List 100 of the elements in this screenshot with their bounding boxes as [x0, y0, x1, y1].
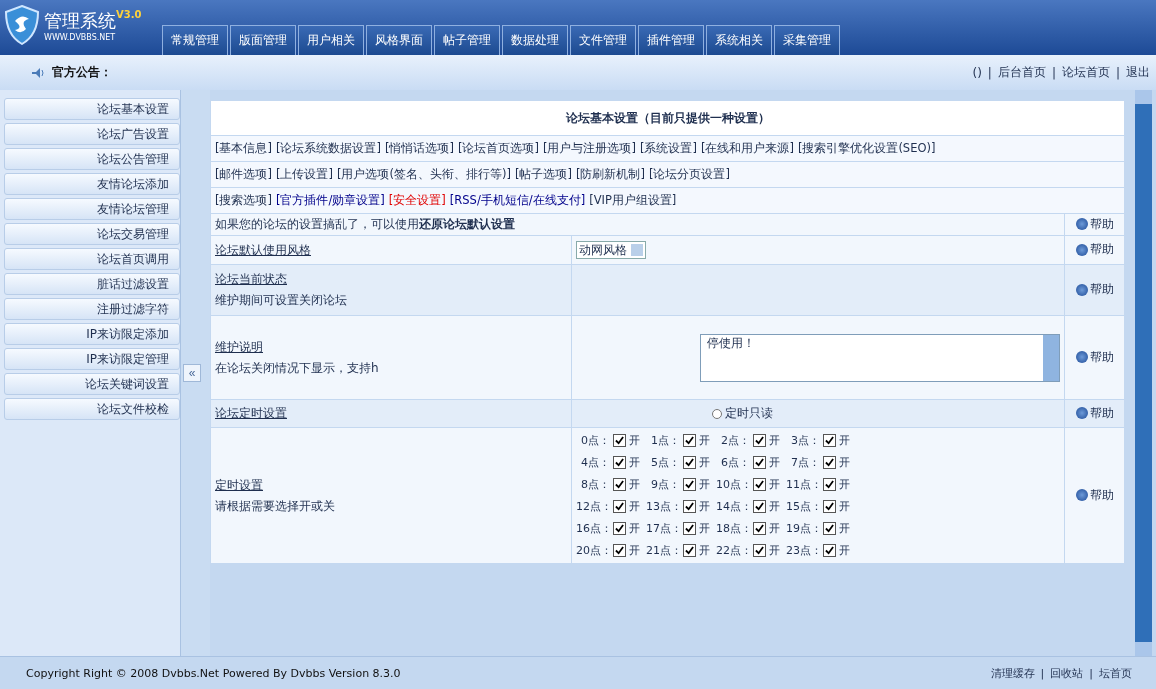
checkbox[interactable] [683, 456, 697, 469]
checkbox[interactable] [823, 456, 837, 469]
checkbox[interactable] [613, 544, 627, 557]
nav-tab[interactable]: 帖子管理 [434, 25, 500, 55]
sidebar-item[interactable]: 论坛基本设置 [4, 98, 180, 120]
section-link[interactable]: [安全设置] [388, 193, 446, 207]
section-link[interactable]: [用户选项(签名、头衔、排行等)] [336, 167, 511, 181]
section-link[interactable]: [用户与注册选项] [542, 141, 636, 155]
sidebar-item[interactable]: 论坛交易管理 [4, 223, 180, 245]
style-select[interactable]: 动网风格 [576, 241, 647, 259]
section-link[interactable]: [论坛首页选项] [457, 141, 539, 155]
message-textarea[interactable]: 停使用！ [700, 333, 1061, 382]
checkbox[interactable] [683, 522, 697, 535]
help-link[interactable]: 帮助 [1075, 241, 1114, 259]
checkbox[interactable] [753, 544, 767, 557]
nav-tab[interactable]: 数据处理 [502, 25, 568, 55]
textarea-text: 停使用！ [707, 334, 756, 352]
checkbox[interactable] [823, 434, 837, 447]
help-link[interactable]: 帮助 [1075, 215, 1114, 233]
section-link[interactable]: [VIP用户组设置] [589, 193, 677, 207]
sidebar-item[interactable]: 论坛广告设置 [4, 123, 180, 145]
section-link[interactable]: [系统设置] [639, 141, 697, 155]
section-link[interactable]: [论坛系统数据设置] [276, 141, 381, 155]
nav-tab[interactable]: 常规管理 [162, 25, 228, 55]
checkbox[interactable] [683, 434, 697, 447]
help-link[interactable]: 帮助 [1075, 281, 1114, 299]
checkbox[interactable] [613, 456, 627, 469]
checkbox[interactable] [753, 522, 767, 535]
sidebar-item[interactable]: 论坛首页调用 [4, 248, 180, 270]
checkbox[interactable] [683, 544, 697, 557]
hour-label: 15点： [786, 499, 821, 514]
top-link[interactable]: 退出 [1126, 64, 1150, 81]
checkbox[interactable] [823, 478, 837, 491]
collapse-button[interactable]: « [183, 364, 201, 382]
section-link[interactable]: [帖子选项] [514, 167, 572, 181]
sidebar-item[interactable]: 脏话过滤设置 [4, 273, 180, 295]
sidebar-item[interactable]: 论坛公告管理 [4, 148, 180, 170]
help-link[interactable]: 帮助 [1075, 348, 1114, 366]
nav-tab[interactable]: 风格界面 [366, 25, 432, 55]
checkbox[interactable] [753, 456, 767, 469]
nav-tab[interactable]: 系统相关 [706, 25, 772, 55]
sidebar-item[interactable]: 友情论坛添加 [4, 173, 180, 195]
hour-label: 21点： [646, 543, 681, 558]
checkbox[interactable] [753, 434, 767, 447]
setting-label: 定时设置 [215, 477, 263, 492]
radio-button[interactable] [712, 408, 723, 419]
section-link[interactable]: [搜索引擎优化设置(SEO)] [797, 141, 936, 155]
sidebar-item[interactable]: 友情论坛管理 [4, 198, 180, 220]
section-link[interactable]: [防刷新机制] [575, 167, 645, 181]
section-link[interactable]: [在线和用户来源] [700, 141, 794, 155]
footer-link[interactable]: 回收站 [1050, 665, 1084, 681]
checkbox[interactable] [613, 434, 627, 447]
checkbox[interactable] [753, 478, 767, 491]
footer-link[interactable]: 清理缓存 [990, 665, 1035, 681]
checkbox[interactable] [613, 522, 627, 535]
checkbox[interactable] [753, 500, 767, 513]
sidebar-item[interactable]: 论坛文件校检 [4, 398, 180, 420]
nav-tab[interactable]: 用户相关 [298, 25, 364, 55]
nav-tab[interactable]: 文件管理 [570, 25, 636, 55]
top-link[interactable]: 后台首页 [997, 64, 1046, 81]
hour-label: 10点： [716, 477, 751, 492]
section-link[interactable]: [邮件选项] [215, 167, 272, 181]
checkbox-label: 开 [699, 499, 711, 514]
checkbox[interactable] [683, 500, 697, 513]
section-link[interactable]: [RSS/手机短信/在线支付] [449, 193, 586, 207]
checkbox[interactable] [823, 544, 837, 557]
hour-label: 7点： [790, 455, 821, 470]
sidebar-item[interactable]: IP来访限定管理 [4, 348, 180, 370]
checkbox-label: 开 [629, 499, 641, 514]
link-separator: | [1089, 666, 1093, 680]
checkbox[interactable] [613, 500, 627, 513]
nav-tab[interactable]: 插件管理 [638, 25, 704, 55]
checkbox-label: 开 [699, 455, 711, 470]
sidebar-item[interactable]: IP来访限定添加 [4, 323, 180, 345]
checkbox[interactable] [823, 500, 837, 513]
help-link[interactable]: 帮助 [1075, 486, 1114, 504]
checkbox-label: 开 [839, 499, 851, 514]
checkbox[interactable] [613, 478, 627, 491]
section-link[interactable]: [论坛分页设置] [648, 167, 730, 181]
footer-link[interactable]: 坛首页 [1099, 665, 1132, 681]
checkbox-label: 开 [839, 521, 851, 536]
setting-description: 维护期间可设置关闭论坛 [215, 292, 348, 309]
checkbox-label: 开 [629, 433, 641, 448]
checkbox[interactable] [823, 522, 837, 535]
section-link[interactable]: [官方插件/勋章设置] [276, 193, 385, 207]
shield-logo-icon [4, 5, 40, 45]
help-link[interactable]: 帮助 [1075, 404, 1114, 422]
top-link[interactable]: 论坛首页 [1061, 64, 1110, 81]
nav-tab[interactable]: 版面管理 [230, 25, 296, 55]
sidebar-item[interactable]: 注册过滤字符 [4, 298, 180, 320]
section-link[interactable]: [搜索选项] [215, 193, 272, 207]
sidebar-item[interactable]: 论坛关键词设置 [4, 373, 180, 395]
section-link[interactable]: [上传设置] [276, 167, 333, 181]
checkbox[interactable] [683, 478, 697, 491]
section-link[interactable]: [基本信息] [215, 141, 272, 155]
hour-label: 0点： [580, 433, 611, 448]
section-link[interactable]: [悄悄话选项] [384, 141, 454, 155]
top-link[interactable]: () [972, 65, 982, 80]
setting-label: 论坛默认使用风格 [215, 242, 311, 257]
nav-tab[interactable]: 采集管理 [774, 25, 840, 55]
